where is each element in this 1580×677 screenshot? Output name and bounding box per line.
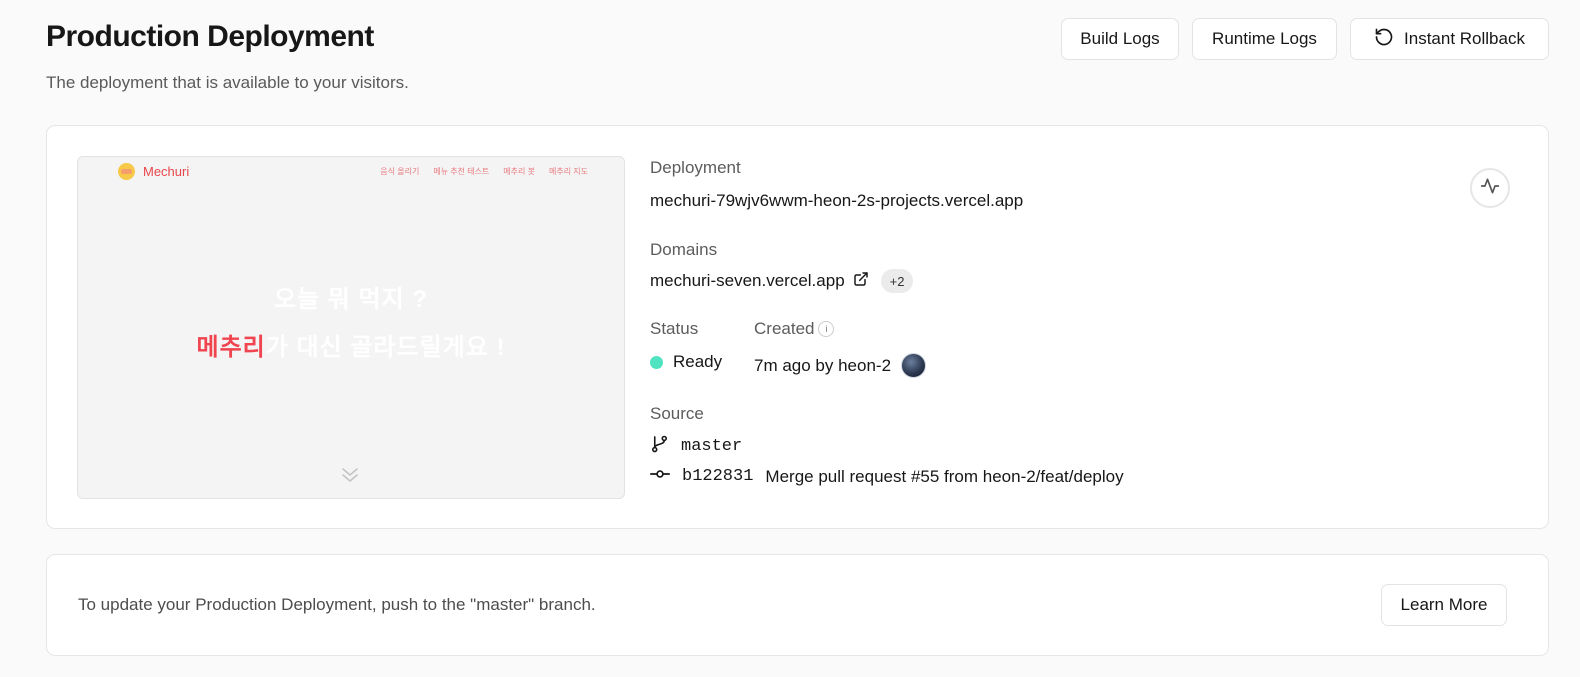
instant-rollback-button[interactable]: Instant Rollback [1350,18,1549,60]
update-info-card: To update your Production Deployment, pu… [46,554,1549,656]
external-link-icon[interactable] [853,271,869,292]
page-title: Production Deployment [46,20,374,53]
source-commit-row: b122831 Merge pull request #55 from heon… [650,464,1124,489]
build-logs-label: Build Logs [1080,29,1160,48]
domain-link[interactable]: mechuri-seven.vercel.app [650,271,845,291]
preview-nav: 음식 올리기 메뉴 추천 테스트 메추리 봇 메추리 지도 [380,166,588,177]
preview-nav-item: 메추리 봇 [503,167,535,176]
runtime-logs-label: Runtime Logs [1212,29,1317,48]
commit-message-link[interactable]: Merge pull request #55 from heon-2/feat/… [765,467,1123,487]
preview-nav-item: 메뉴 추천 테스트 [433,167,490,176]
avatar[interactable] [901,353,927,378]
preview-headline-1: 오늘 뭐 먹지 ? [273,286,429,313]
commit-hash-link[interactable]: b122831 [682,467,753,486]
created-label: Created [754,319,815,338]
created-label-row: Created i [754,319,835,339]
source-branch-row: master [650,434,742,459]
preview-headline-highlight: 메추리 [196,334,266,361]
git-commit-icon [650,464,670,489]
page-subtitle: The deployment that is available to your… [46,73,409,92]
preview-logo: Mechuri [118,163,189,180]
runtime-logs-button[interactable]: Runtime Logs [1192,18,1337,60]
source-label: Source [650,404,704,423]
deployment-card: Mechuri 음식 올리기 메뉴 추천 테스트 메추리 봇 메추리 지도 오늘… [46,125,1549,529]
domains-row: mechuri-seven.vercel.app +2 [650,269,914,293]
preview-logo-icon [118,163,135,180]
preview-brand: Mechuri [143,164,190,179]
git-branch-icon [650,434,669,459]
deployment-url-link[interactable]: mechuri-79wjv6wwm-heon-2s-projects.verce… [650,191,1023,211]
created-value: 7m ago by heon-2 [754,355,892,375]
activity-icon [1480,176,1500,201]
rotate-ccw-icon [1374,27,1394,52]
preview-nav-item: 메추리 지도 [548,167,588,176]
branch-link[interactable]: master [681,437,742,456]
chevrons-down-icon [338,465,362,492]
build-logs-button[interactable]: Build Logs [1061,18,1179,60]
update-info-text: To update your Production Deployment, pu… [78,595,596,614]
learn-more-label: Learn More [1400,595,1488,614]
created-value-row: 7m ago by heon-2 [754,353,927,378]
preview-headline-2: 메추리가 대신 골라드릴게요 ! [78,327,624,362]
learn-more-button[interactable]: Learn More [1381,584,1507,626]
instant-rollback-label: Instant Rollback [1404,29,1525,48]
status-label: Status [650,319,699,338]
activity-button[interactable] [1470,168,1510,208]
preview-nav-item: 음식 올리기 [380,167,420,176]
domains-more-badge[interactable]: +2 [880,269,914,293]
domains-label: Domains [650,240,718,259]
deployment-preview[interactable]: Mechuri 음식 올리기 메뉴 추천 테스트 메추리 봇 메추리 지도 오늘… [77,156,625,499]
status-value: Ready [650,352,722,372]
status-dot [650,355,663,369]
info-icon[interactable]: i [818,321,835,337]
preview-headline-rest: 가 대신 골라드릴게요 ! [265,334,506,361]
deployment-label: Deployment [650,158,741,177]
status-text: Ready [673,352,723,371]
